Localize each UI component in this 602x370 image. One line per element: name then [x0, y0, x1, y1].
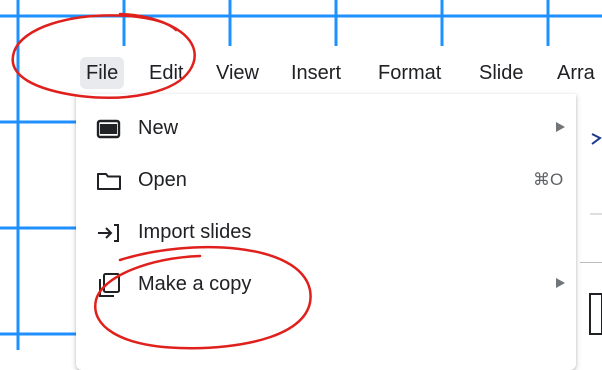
- menu-arrange[interactable]: Arra: [551, 57, 601, 89]
- menu-item-label: Make a copy: [138, 273, 252, 295]
- menu-bar: File Edit View Insert Format Slide Arra: [72, 46, 602, 94]
- shortcut-label: ⌘O: [533, 170, 564, 189]
- menu-edit[interactable]: Edit: [143, 57, 189, 89]
- menu-insert[interactable]: Insert: [285, 57, 347, 89]
- menu-item-label: New: [138, 117, 179, 139]
- file-menu-dropdown: New Open ⌘O Import slides Make a copy: [76, 94, 576, 370]
- app-screenshot: File Edit View Insert Format Slide Arra …: [72, 46, 602, 370]
- submenu-arrow-icon: [556, 122, 565, 132]
- copy-icon: [96, 272, 122, 298]
- import-arrow-icon: [96, 220, 122, 246]
- menu-item-new[interactable]: New: [76, 102, 576, 154]
- menu-item-label: Open: [138, 169, 187, 191]
- menu-view[interactable]: View: [210, 57, 265, 89]
- document-edge: [576, 94, 602, 350]
- menu-item-import-slides[interactable]: Import slides: [76, 206, 576, 258]
- menu-item-label: Import slides: [138, 221, 252, 243]
- submenu-arrow-icon: [556, 278, 565, 288]
- menu-slide[interactable]: Slide: [473, 57, 529, 89]
- menu-file[interactable]: File: [80, 57, 125, 89]
- menu-item-make-a-copy[interactable]: Make a copy: [76, 258, 576, 310]
- menu-item-open[interactable]: Open ⌘O: [76, 154, 576, 206]
- menu-format[interactable]: Format: [372, 57, 447, 89]
- slides-new-icon: [96, 116, 122, 142]
- folder-icon: [96, 168, 122, 194]
